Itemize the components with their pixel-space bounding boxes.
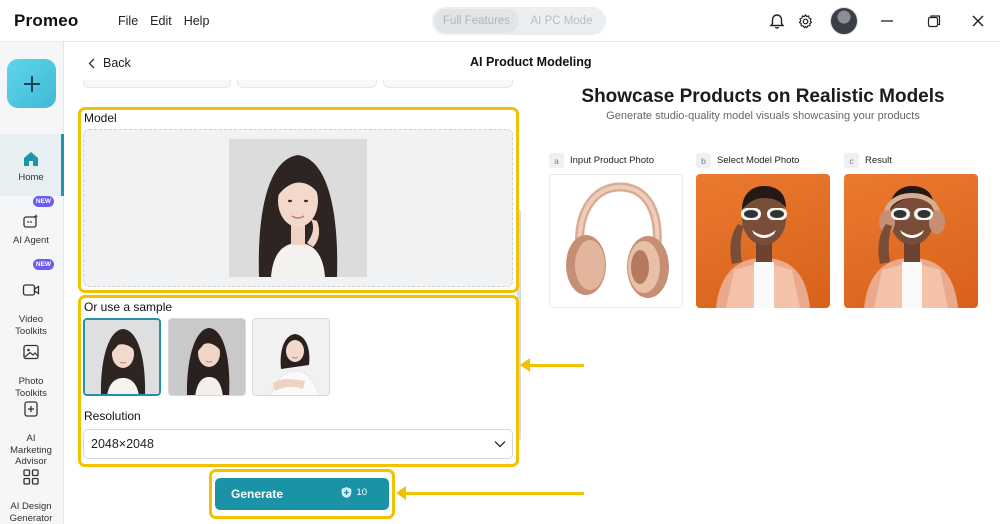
step-badge: a — [549, 153, 564, 168]
resolution-select[interactable]: 2048×2048 — [83, 429, 513, 459]
sidebar-item-label: Home — [18, 172, 44, 183]
home-icon — [24, 152, 38, 166]
mode-switch: Full Features AI PC Mode — [432, 7, 606, 35]
bell-icon[interactable] — [767, 11, 787, 31]
app-logo: Promeo — [14, 11, 79, 30]
generate-button[interactable]: Generate 10 — [215, 478, 389, 510]
image-icon — [23, 344, 39, 359]
annotation-arrowhead — [396, 486, 406, 500]
option-tab[interactable] — [383, 80, 513, 88]
mode-ai-pc[interactable]: AI PC Mode — [519, 9, 604, 33]
annotation-arrow — [406, 492, 584, 495]
page-title: AI Product Modeling — [470, 55, 592, 69]
sidebar-item-label: AI Design Generator — [9, 501, 53, 524]
input-product-photo — [549, 174, 683, 308]
menu-file[interactable]: File — [118, 14, 138, 28]
close-icon[interactable] — [968, 11, 988, 31]
avatar[interactable] — [830, 7, 858, 35]
showcase-subtitle: Generate studio-quality model visuals sh… — [606, 110, 920, 122]
annotation-arrowhead — [520, 358, 530, 372]
step-badge: b — [696, 153, 711, 168]
document-add-icon — [24, 400, 38, 417]
plus-icon — [23, 75, 40, 92]
sidebar-item-ai-agent[interactable]: AI Agent — [0, 213, 62, 247]
new-project-button[interactable] — [7, 59, 56, 108]
back-label: Back — [103, 56, 131, 70]
result-photo — [844, 174, 978, 308]
step-label: Input Product Photo — [570, 155, 654, 166]
resolution-label: Resolution — [84, 409, 141, 423]
sample-thumbnail-2[interactable] — [168, 318, 246, 396]
new-badge: NEW — [33, 196, 54, 207]
menu-edit[interactable]: Edit — [150, 14, 172, 28]
sample-thumbnail-3[interactable] — [252, 318, 330, 396]
sidebar-item-label: AI Agent — [13, 235, 49, 246]
chevron-down-icon — [494, 441, 506, 448]
chevron-left-icon — [88, 58, 95, 68]
option-tab[interactable] — [237, 80, 377, 88]
option-tab[interactable] — [83, 80, 231, 88]
chat-sparkle-icon — [23, 214, 39, 228]
restore-icon[interactable] — [924, 11, 944, 31]
step-label: Result — [865, 155, 892, 166]
step-label: Select Model Photo — [717, 155, 800, 166]
sidebar-item-video-toolkits[interactable]: Video Toolkits — [0, 269, 62, 337]
menu-help[interactable]: Help — [184, 14, 210, 28]
credit-icon — [342, 487, 352, 498]
gear-icon[interactable] — [795, 11, 815, 31]
model-photo — [229, 139, 367, 277]
title-bar: Promeo File Edit Help Full Features AI P… — [0, 0, 1000, 42]
video-icon — [22, 283, 40, 296]
minimize-icon[interactable] — [877, 11, 897, 31]
sample-thumbnail-1[interactable] — [83, 318, 161, 396]
sidebar: Home NEW AI Agent NEW Video Toolkits Pho… — [0, 42, 64, 524]
step-c: c Result — [844, 153, 892, 168]
step-a: a Input Product Photo — [549, 153, 654, 168]
sidebar-item-home[interactable]: Home — [0, 134, 64, 196]
annotation-arrow — [530, 364, 584, 367]
sidebar-item-ai-design-generator[interactable]: AI Design Generator — [0, 456, 62, 524]
resolution-value: 2048×2048 — [91, 437, 154, 451]
grid-icon — [23, 468, 39, 485]
select-model-photo — [696, 174, 830, 308]
samples-label: Or use a sample — [84, 300, 173, 314]
credit-cost: 10 — [341, 487, 367, 498]
back-button[interactable]: Back — [88, 56, 131, 70]
model-label: Model — [84, 111, 117, 125]
mode-full-features[interactable]: Full Features — [434, 9, 519, 33]
credit-count: 10 — [356, 487, 367, 498]
step-badge: c — [844, 153, 859, 168]
menu-bar: File Edit Help — [118, 14, 209, 28]
generate-label: Generate — [231, 487, 284, 501]
step-b: b Select Model Photo — [696, 153, 799, 168]
showcase-title: Showcase Products on Realistic Models — [581, 86, 945, 107]
